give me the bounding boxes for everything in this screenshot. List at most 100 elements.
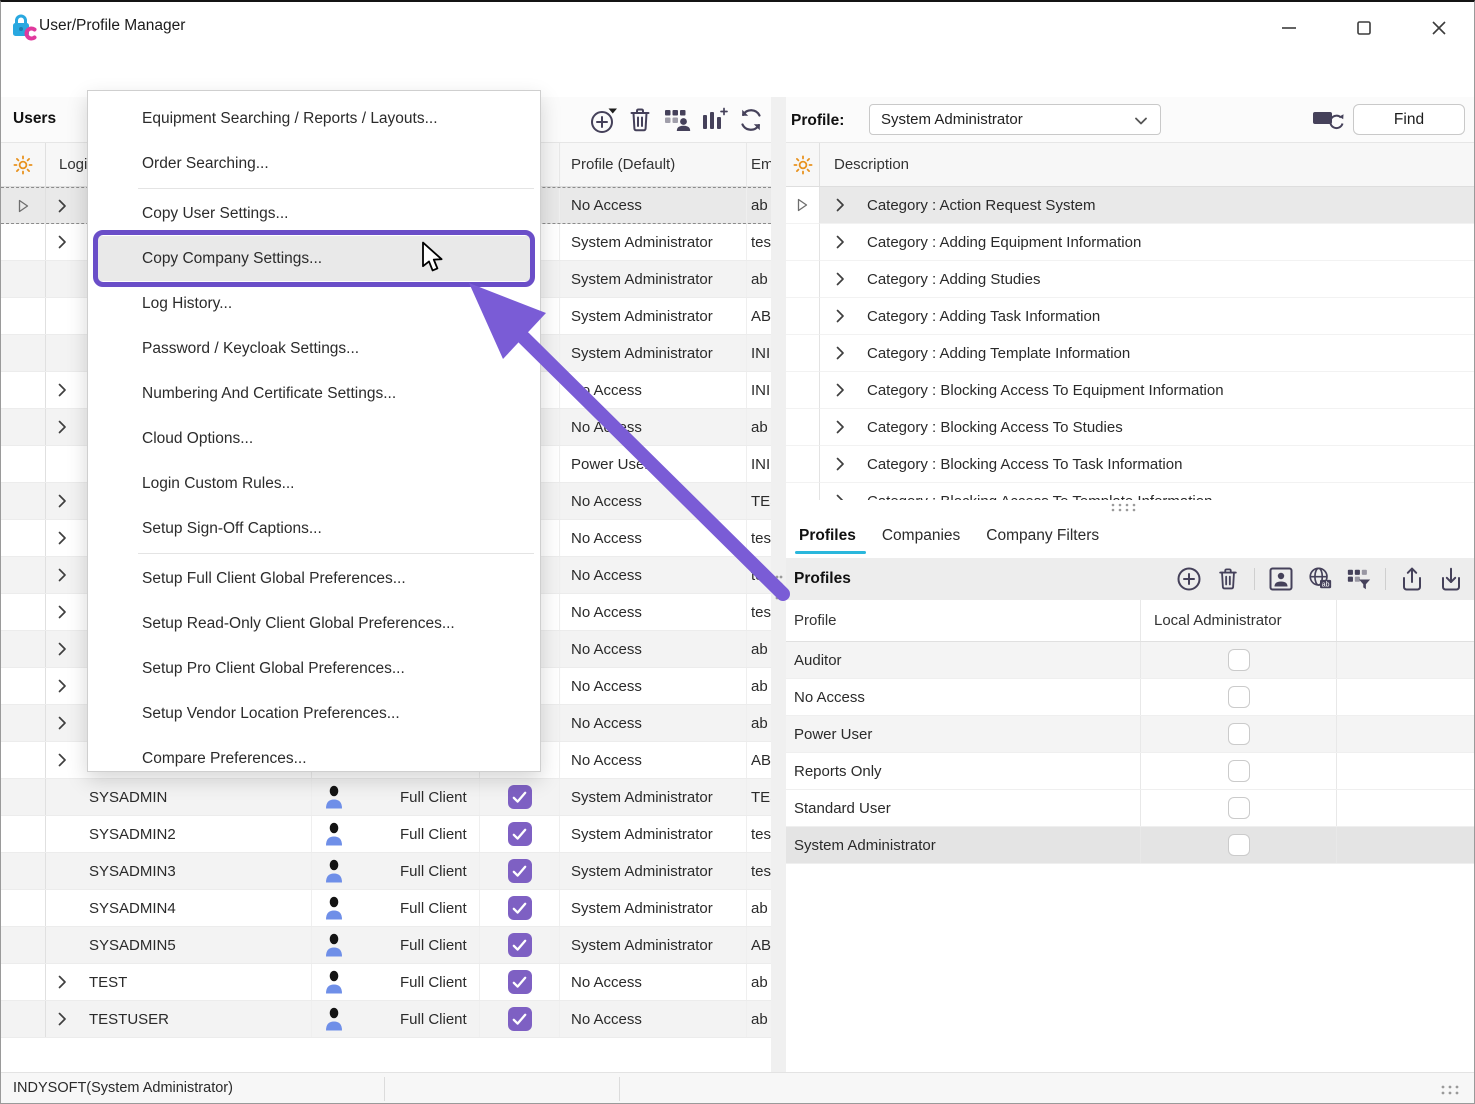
- import-icon[interactable]: [1438, 564, 1464, 594]
- category-cell[interactable]: Category : Blocking Access To Equipment …: [820, 372, 1475, 409]
- delete-user-icon[interactable]: [625, 103, 655, 137]
- enabled-checkbox-checked[interactable]: [508, 859, 532, 883]
- local-administrator-checkbox[interactable]: [1228, 686, 1250, 708]
- user-login-cell[interactable]: SYSADMIN2: [46, 816, 311, 852]
- add-user-icon[interactable]: [588, 103, 618, 137]
- profile-row[interactable]: Auditor: [786, 642, 1475, 679]
- minimize-button[interactable]: [1266, 10, 1312, 46]
- menu-item[interactable]: Cloud Options...: [88, 416, 540, 461]
- menu-item[interactable]: Equipment Searching / Reports / Layouts.…: [88, 96, 540, 141]
- menu-item[interactable]: Login Custom Rules...: [88, 461, 540, 506]
- category-cell[interactable]: Category : Blocking Access To Task Infor…: [820, 446, 1475, 483]
- user-enabled-cell[interactable]: [479, 927, 559, 963]
- category-tree-row[interactable]: Category : Blocking Access To Task Infor…: [786, 446, 1475, 483]
- user-row[interactable]: SYSADMIN5 Full Client System Administrat…: [1, 927, 771, 964]
- menu-item[interactable]: Copy User Settings...: [88, 191, 540, 236]
- user-row[interactable]: TEST Full Client No Access ab: [1, 964, 771, 1001]
- user-row[interactable]: TESTUSER Full Client No Access ab: [1, 1001, 771, 1038]
- expand-chevron-icon[interactable]: [58, 383, 67, 397]
- profiles-column-local-administrator[interactable]: Local Administrator: [1140, 600, 1337, 641]
- user-enabled-cell[interactable]: [479, 816, 559, 852]
- category-tree-row[interactable]: Category : Blocking Access To Studies: [786, 409, 1475, 446]
- expand-chevron-icon[interactable]: [836, 235, 845, 249]
- menu-item[interactable]: Setup Vendor Location Preferences...: [88, 691, 540, 736]
- user-enabled-cell[interactable]: [479, 1001, 559, 1037]
- expand-chevron-icon[interactable]: [836, 494, 845, 500]
- enabled-checkbox-checked[interactable]: [508, 822, 532, 846]
- menu-item[interactable]: Setup Full Client Global Preferences...: [88, 556, 540, 601]
- enabled-checkbox-checked[interactable]: [508, 1007, 532, 1031]
- user-login-cell[interactable]: TEST: [46, 964, 311, 1000]
- enabled-checkbox-checked[interactable]: [508, 970, 532, 994]
- menu-item[interactable]: Compare Preferences...: [88, 736, 540, 781]
- user-login-cell[interactable]: SYSADMIN4: [46, 890, 311, 926]
- profile-row[interactable]: Power User: [786, 716, 1475, 753]
- expand-chevron-icon[interactable]: [836, 346, 845, 360]
- user-row[interactable]: SYSADMIN4 Full Client System Administrat…: [1, 890, 771, 927]
- enabled-checkbox-checked[interactable]: [508, 896, 532, 920]
- user-row[interactable]: SYSADMIN Full Client System Administrato…: [1, 779, 771, 816]
- expand-chevron-icon[interactable]: [836, 198, 845, 212]
- user-enabled-cell[interactable]: [479, 964, 559, 1000]
- category-tree-row[interactable]: Category : Adding Template Information: [786, 335, 1475, 372]
- menu-item[interactable]: Log History...: [88, 281, 540, 326]
- expand-chevron-icon[interactable]: [58, 420, 67, 434]
- category-cell[interactable]: Category : Adding Template Information: [820, 335, 1475, 372]
- expand-chevron-icon[interactable]: [58, 716, 67, 730]
- add-columns-icon[interactable]: [699, 103, 729, 137]
- add-profile-icon[interactable]: [1176, 564, 1202, 594]
- profile-card-icon[interactable]: [1268, 564, 1294, 594]
- user-login-cell[interactable]: SYSADMIN: [46, 779, 311, 815]
- local-administrator-cell[interactable]: [1140, 642, 1337, 678]
- users-column-email[interactable]: Email: [746, 143, 771, 186]
- profile-row[interactable]: System Administrator: [786, 827, 1475, 864]
- resize-grip-icon[interactable]: [1439, 1082, 1463, 1098]
- expand-chevron-icon[interactable]: [836, 457, 845, 471]
- category-tree-row[interactable]: Category : Blocking Access To Equipment …: [786, 372, 1475, 409]
- maximize-button[interactable]: [1341, 10, 1387, 46]
- profile-row[interactable]: No Access: [786, 679, 1475, 716]
- description-column-header[interactable]: Description: [820, 143, 1475, 186]
- tab-company-filters[interactable]: Company Filters: [986, 514, 1099, 558]
- user-login-cell[interactable]: SYSADMIN3: [46, 853, 311, 889]
- menu-item[interactable]: Password / Keycloak Settings...: [88, 326, 540, 371]
- users-column-profile-default[interactable]: Profile (Default): [559, 143, 746, 186]
- menu-item[interactable]: Setup Sign-Off Captions...: [88, 506, 540, 551]
- expand-chevron-icon[interactable]: [58, 605, 67, 619]
- user-login-cell[interactable]: TESTUSER: [46, 1001, 311, 1037]
- user-enabled-cell[interactable]: [479, 890, 559, 926]
- user-enabled-cell[interactable]: [479, 853, 559, 889]
- category-cell[interactable]: Category : Adding Equipment Information: [820, 224, 1475, 261]
- profile-row[interactable]: Reports Only: [786, 753, 1475, 790]
- enabled-checkbox-checked[interactable]: [508, 785, 532, 809]
- refresh-profile-card-icon[interactable]: [1312, 108, 1346, 132]
- menu-item[interactable]: Order Searching...: [88, 141, 540, 186]
- expand-chevron-icon[interactable]: [836, 383, 845, 397]
- grid-filter-icon[interactable]: [1346, 564, 1372, 594]
- enabled-checkbox-checked[interactable]: [508, 933, 532, 957]
- user-row[interactable]: SYSADMIN3 Full Client System Administrat…: [1, 853, 771, 890]
- find-button[interactable]: Find: [1353, 104, 1465, 135]
- expand-chevron-icon[interactable]: [58, 568, 67, 582]
- local-administrator-checkbox[interactable]: [1228, 797, 1250, 819]
- expand-chevron-icon[interactable]: [58, 531, 67, 545]
- profiles-column-profile[interactable]: Profile: [786, 600, 1140, 641]
- local-administrator-checkbox[interactable]: [1228, 723, 1250, 745]
- delete-profile-icon[interactable]: [1215, 564, 1241, 594]
- local-administrator-cell[interactable]: [1140, 679, 1337, 715]
- translate-globe-icon[interactable]: ab: [1307, 564, 1333, 594]
- category-cell[interactable]: Category : Action Request System: [820, 187, 1475, 224]
- profile-row[interactable]: Standard User: [786, 790, 1475, 827]
- menu-item[interactable]: Setup Pro Client Global Preferences...: [88, 646, 540, 691]
- tab-profiles[interactable]: Profiles: [799, 514, 856, 558]
- expand-chevron-icon[interactable]: [836, 420, 845, 434]
- local-administrator-cell[interactable]: [1140, 753, 1337, 789]
- expand-chevron-icon[interactable]: [58, 494, 67, 508]
- category-tree-row[interactable]: Category : Adding Studies: [786, 261, 1475, 298]
- profile-dropdown[interactable]: System Administrator: [869, 104, 1161, 135]
- expand-chevron-icon[interactable]: [58, 1012, 67, 1026]
- local-administrator-checkbox[interactable]: [1228, 834, 1250, 856]
- category-tree-row[interactable]: Category : Adding Equipment Information: [786, 224, 1475, 261]
- category-tree-row[interactable]: Category : Blocking Access To Template I…: [786, 483, 1475, 500]
- menu-item[interactable]: Copy Company Settings...: [98, 236, 530, 281]
